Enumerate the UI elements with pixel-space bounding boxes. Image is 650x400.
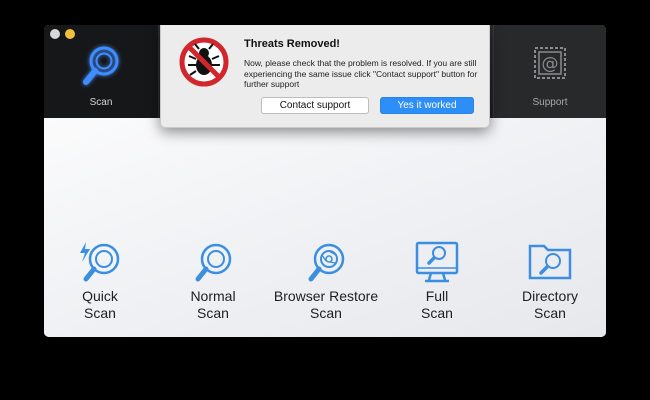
browser-scan-icon: [308, 243, 345, 282]
contact-support-button[interactable]: Contact support: [261, 97, 369, 114]
full-scan-label: Full Scan: [421, 288, 453, 321]
directory-scan-label: Directory Scan: [521, 288, 578, 321]
toolbar-scan-label: Scan: [89, 97, 113, 108]
window-minimize-button[interactable]: [65, 29, 75, 39]
directory-scan-option[interactable]: Directory Scan: [490, 240, 606, 322]
magnifier-icon: [83, 46, 119, 85]
folder-scan-icon: [528, 244, 572, 280]
browser-restore-scan-option[interactable]: Browser Restore Scan: [266, 240, 386, 322]
at-stamp-icon: @: [534, 47, 566, 79]
toolbar-scan-tab[interactable]: Scan: [44, 25, 159, 118]
quick-scan-option[interactable]: Quick Scan: [44, 240, 160, 322]
toolbar-support-tab[interactable]: @ Support: [493, 25, 606, 118]
magnifier-icon: [195, 243, 232, 282]
quick-scan-icon: [80, 242, 120, 282]
no-bug-icon: [179, 37, 229, 87]
normal-scan-option[interactable]: Normal Scan: [153, 240, 273, 322]
dialog-message: Now, please check that the problem is re…: [244, 58, 478, 89]
browser-restore-scan-label: Browser Restore Scan: [273, 288, 379, 321]
normal-scan-label: Normal Scan: [190, 288, 236, 321]
window-close-button[interactable]: [50, 29, 60, 39]
quick-scan-label: Quick Scan: [82, 288, 118, 321]
monitor-scan-icon: [415, 241, 459, 283]
toolbar-support-label: Support: [532, 97, 568, 108]
full-scan-option[interactable]: Full Scan: [377, 240, 497, 322]
threats-removed-dialog: Threats Removed! Now, please check that …: [160, 25, 490, 128]
yes-it-worked-button[interactable]: Yes it worked: [380, 97, 474, 114]
svg-text:@: @: [542, 54, 559, 74]
dialog-title: Threats Removed!: [244, 38, 340, 50]
